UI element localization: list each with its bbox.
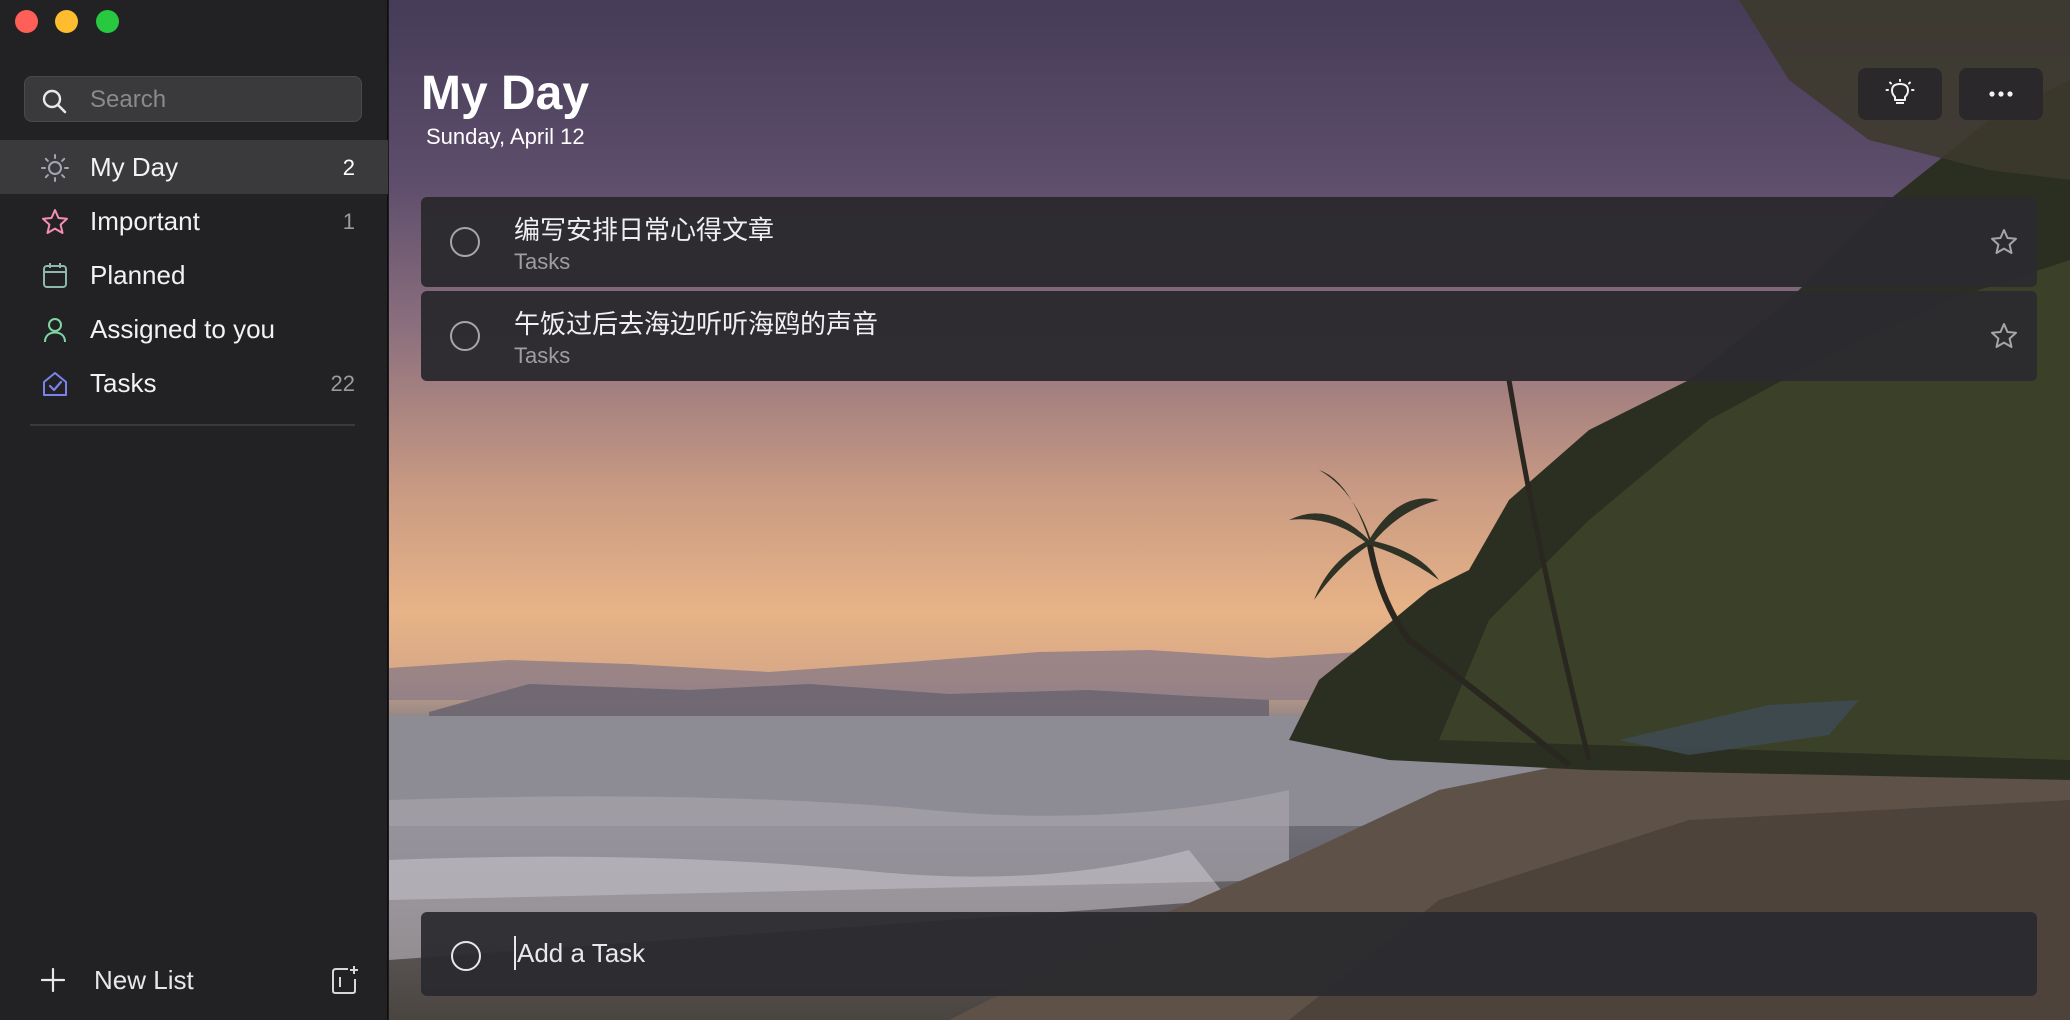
task-list-name: Tasks xyxy=(514,343,571,368)
task-title: 编写安排日常心得文章 xyxy=(514,216,775,246)
sidebar-item-tasks[interactable]: Tasks 22 xyxy=(0,356,388,410)
sun-icon xyxy=(41,154,69,182)
sidebar-item-label: Assigned to you xyxy=(90,314,276,344)
new-group-icon[interactable] xyxy=(330,965,360,995)
star-icon[interactable] xyxy=(1989,321,2019,351)
sidebar-item-assigned-to-you[interactable]: Assigned to you xyxy=(0,302,388,356)
person-icon xyxy=(44,318,66,343)
close-window-button[interactable] xyxy=(15,10,38,33)
complete-task-checkbox[interactable] xyxy=(450,227,480,257)
sidebar-item-count: 22 xyxy=(330,371,355,396)
add-task-placeholder: Add a Task xyxy=(517,938,646,968)
maximize-window-button[interactable] xyxy=(96,10,119,33)
star-icon xyxy=(42,209,68,234)
sidebar-item-planned[interactable]: Planned xyxy=(0,248,388,302)
task-item[interactable]: 午饭过后去海边听听海鸥的声音 Tasks xyxy=(421,291,2037,381)
sidebar-item-label: Important xyxy=(90,206,200,236)
add-task-input[interactable]: Add a Task xyxy=(421,912,2037,996)
page-title: My Day xyxy=(421,67,590,120)
minimize-window-button[interactable] xyxy=(55,10,78,33)
beach-background-image xyxy=(389,0,2070,1020)
sidebar-item-label: Tasks xyxy=(90,368,157,398)
new-list-label: New List xyxy=(94,965,194,995)
sidebar-item-label: My Day xyxy=(90,152,179,182)
search-input[interactable]: Search xyxy=(24,76,362,122)
complete-task-checkbox[interactable] xyxy=(450,321,480,351)
sidebar-divider xyxy=(30,424,355,426)
sidebar-item-important[interactable]: Important 1 xyxy=(0,194,388,248)
search-placeholder: Search xyxy=(90,86,167,113)
add-task-circle-icon xyxy=(451,941,481,971)
suggestions-button[interactable] xyxy=(1858,68,1942,120)
plus-icon xyxy=(40,967,66,993)
more-options-icon xyxy=(1989,91,2013,97)
calendar-icon xyxy=(43,263,67,288)
lightbulb-icon xyxy=(1885,79,1915,104)
sidebar-item-label: Planned xyxy=(90,260,186,290)
new-list-button[interactable]: New List xyxy=(0,955,388,1005)
text-caret xyxy=(514,936,516,970)
home-check-icon xyxy=(43,372,67,396)
task-item[interactable]: 编写安排日常心得文章 Tasks xyxy=(421,197,2037,287)
page-date: Sunday, April 12 xyxy=(426,124,585,149)
task-list-name: Tasks xyxy=(514,249,571,274)
sidebar-item-my-day[interactable]: My Day 2 xyxy=(0,140,388,194)
sidebar-item-count: 2 xyxy=(342,155,355,180)
search-icon xyxy=(42,89,67,114)
task-title: 午饭过后去海边听听海鸥的声音 xyxy=(514,310,879,340)
star-icon[interactable] xyxy=(1989,227,2019,257)
sidebar: Search My Day 2 Important 1 Planned Assi… xyxy=(0,0,388,1020)
more-options-button[interactable] xyxy=(1959,68,2043,120)
main-panel: My Day Sunday, April 12 编写安排日常心得文章 Tasks… xyxy=(389,0,2070,1020)
sidebar-item-count: 1 xyxy=(342,209,355,234)
